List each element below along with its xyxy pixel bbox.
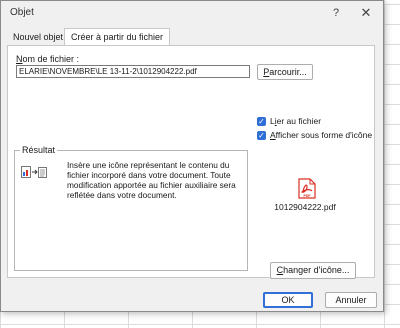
insert-object-dialog: Objet ? ✕ Nouvel objet Créer à partir du… (0, 0, 384, 312)
checkmark-icon: ✓ (257, 117, 266, 127)
browse-button[interactable]: Parcourir... (257, 64, 313, 80)
display-as-icon-checkbox[interactable]: ✓ Afficher sous forme d'icône (257, 130, 372, 141)
link-to-file-checkbox[interactable]: ✓ Lier au fichier (257, 116, 321, 127)
icon-file-name: 1012904222.pdf (274, 202, 336, 212)
tab-create-from-file[interactable]: Créer à partir du fichier (64, 28, 171, 46)
file-name-input[interactable]: ELARIE\NOVEMBRE\LE 13-11-2\1012904222.pd… (16, 65, 250, 78)
result-group: Résultat Insère une icône représentant l… (14, 145, 248, 271)
title-bar: Objet ? ✕ (1, 1, 383, 25)
tab-panel-create-from-file: Nom de fichier : ELARIE\NOVEMBRE\LE 13-1… (7, 45, 375, 279)
close-button[interactable]: ✕ (355, 4, 377, 22)
tab-new-object[interactable]: Nouvel objet (7, 29, 69, 45)
pdf-file-icon: PDF (298, 178, 316, 199)
help-button[interactable]: ? (325, 4, 347, 22)
change-icon-button[interactable]: Changer d'icône... (270, 262, 356, 279)
result-description: Insère une icône représentant le contenu… (67, 160, 236, 200)
ok-button[interactable]: OK (263, 292, 313, 308)
result-title: Résultat (20, 145, 58, 155)
checkmark-icon: ✓ (257, 131, 266, 141)
embed-linked-icon (21, 166, 47, 178)
dialog-title: Objet (10, 7, 34, 18)
file-name-label: Nom de fichier : (16, 54, 80, 64)
cancel-button[interactable]: Annuler (325, 292, 377, 308)
pdf-icon-label: PDF (304, 194, 312, 198)
